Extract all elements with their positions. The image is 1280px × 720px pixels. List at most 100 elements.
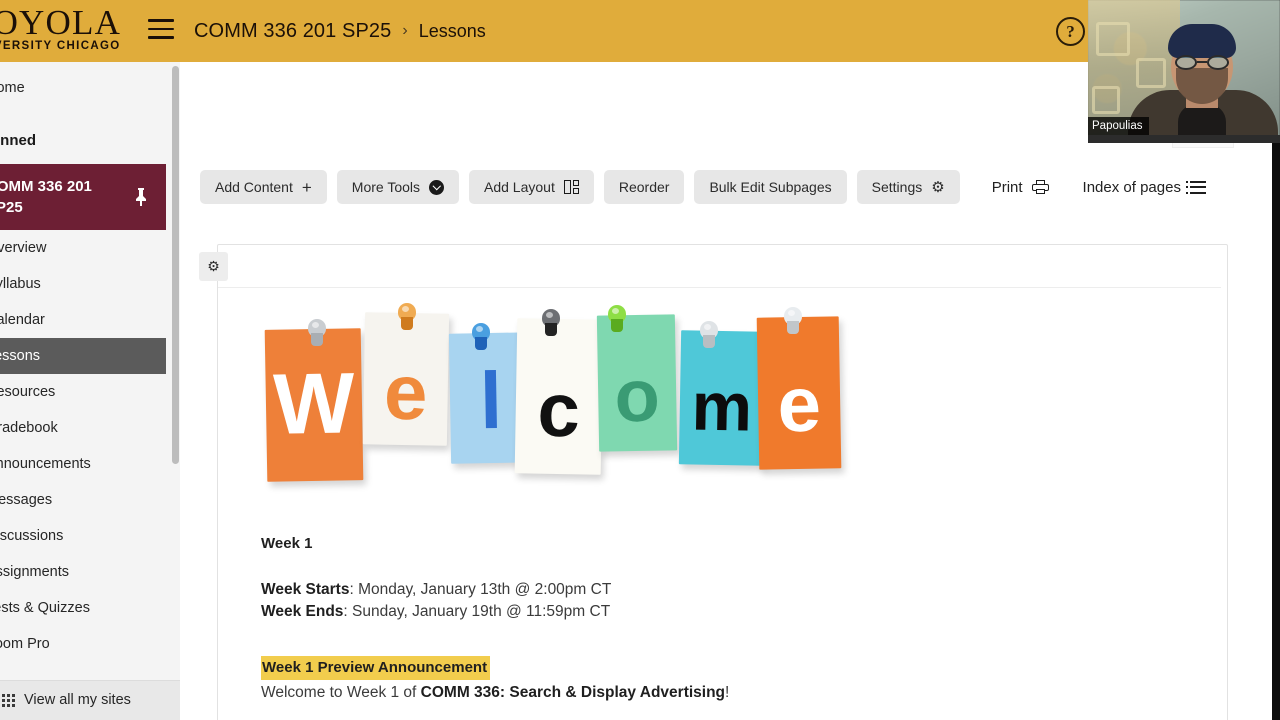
- right-edge-strip: [1272, 143, 1280, 720]
- pushpin-icon: [396, 303, 418, 333]
- sidebar-item-label: Resources: [0, 384, 56, 400]
- sidebar-item-calendar[interactable]: Calendar: [0, 302, 180, 338]
- sidebar-item-label: Messages: [0, 492, 53, 508]
- list-icon: [1185, 180, 1206, 194]
- help-icon[interactable]: ?: [1056, 17, 1085, 46]
- gear-icon: ⚙: [931, 178, 945, 196]
- welcome-line-pre: Welcome to Week 1 of: [261, 684, 421, 701]
- hamburger-icon[interactable]: [148, 19, 174, 41]
- card-divider: [218, 287, 1221, 288]
- reorder-button[interactable]: Reorder: [603, 170, 685, 204]
- pushpin-icon: [306, 319, 328, 349]
- sidebar-item-resources[interactable]: Resources: [0, 374, 180, 410]
- card-gear-icon[interactable]: ⚙: [199, 252, 228, 281]
- more-tools-label: More Tools: [351, 179, 420, 195]
- week-starts-label: Week Starts: [261, 581, 350, 598]
- sidebar-item-current-site[interactable]: COMM 336 201 SP25: [0, 164, 166, 230]
- pushpin-icon: [782, 307, 804, 337]
- breadcrumb-course-link[interactable]: COMM 336 201 SP25: [194, 20, 391, 43]
- settings-button[interactable]: Settings ⚙: [856, 170, 960, 204]
- sidebar-item-label: Tests & Quizzes: [0, 600, 90, 616]
- main-content: Add Content + More Tools Add Layout Reor…: [180, 62, 1280, 720]
- welcome-letter-glyph: c: [536, 367, 581, 454]
- video-decor-square: [1096, 22, 1130, 56]
- print-label: Print: [991, 178, 1023, 196]
- chevron-right-icon: ›: [402, 22, 408, 39]
- sidebar-scrollbar[interactable]: [172, 66, 179, 464]
- sidebar-item-tests-quizzes[interactable]: Tests & Quizzes: [0, 590, 180, 626]
- sidebar-item-overview[interactable]: Overview: [0, 230, 180, 266]
- sidebar-heading-pinned: Pinned: [0, 120, 180, 160]
- video-decor-square: [1092, 86, 1120, 114]
- download-circle-icon: [429, 179, 444, 195]
- breadcrumb-current-page: Lessons: [418, 20, 486, 41]
- sidebar-item-label: Syllabus: [0, 276, 41, 292]
- sidebar-item-assignments[interactable]: Assignments: [0, 554, 180, 590]
- week-ends-value: : Sunday, January 19th @ 11:59pm CT: [343, 602, 611, 620]
- welcome-letter-card: m: [678, 330, 766, 466]
- add-content-button[interactable]: Add Content +: [200, 170, 327, 204]
- pushpin-icon: [698, 321, 720, 351]
- sidebar-item-label: Announcements: [0, 456, 91, 472]
- welcome-letter-glyph: e: [383, 347, 429, 437]
- welcome-course-name: COMM 336: Search & Display Advertising: [420, 684, 726, 701]
- week-dates: Week Starts: Monday, January 13th @ 2:00…: [261, 579, 1211, 622]
- welcome-letter-glyph: o: [613, 353, 661, 438]
- lessons-toolbar: Add Content + More Tools Add Layout Reor…: [200, 170, 1218, 204]
- welcome-line: Welcome to Week 1 of COMM 336: Search & …: [261, 682, 1211, 703]
- app-screen: LOYOLA UNIVERSITY CHICAGO COMM 336 201 S…: [0, 0, 1280, 720]
- sidebar-item-label: Gradebook: [0, 420, 58, 436]
- welcome-letter-glyph: e: [776, 359, 822, 449]
- sidebar-current-site-label: COMM 336 201 SP25: [0, 178, 92, 216]
- week-heading: Week 1: [261, 535, 313, 552]
- print-button[interactable]: Print: [980, 170, 1061, 204]
- index-of-pages-button[interactable]: Index of pages: [1071, 170, 1218, 204]
- loyola-logo: LOYOLA UNIVERSITY CHICAGO: [0, 3, 150, 54]
- sidebar: Home Pinned COMM 336 201 SP25 Overview S…: [0, 62, 180, 720]
- welcome-letter-card: e: [756, 316, 842, 470]
- video-participant: [1126, 18, 1278, 143]
- sidebar-item-gradebook[interactable]: Gradebook: [0, 410, 180, 446]
- pin-icon[interactable]: [134, 188, 148, 206]
- lesson-content-card: ⚙ W e l c o m e Week 1 Week Starts: Mond…: [199, 244, 1228, 720]
- logo-wordmark: LOYOLA: [0, 3, 122, 42]
- sidebar-item-label: Calendar: [0, 312, 45, 328]
- week-starts-value: : Monday, January 13th @ 2:00pm CT: [349, 581, 612, 598]
- welcome-letter-card: W: [264, 328, 364, 482]
- sidebar-item-label: Assignments: [0, 564, 70, 580]
- bulk-edit-subpages-button[interactable]: Bulk Edit Subpages: [694, 170, 847, 204]
- welcome-letter-glyph: W: [272, 355, 356, 453]
- sidebar-item-lessons[interactable]: Lessons: [0, 338, 166, 374]
- participant-name-badge: Papoulias: [1088, 117, 1149, 135]
- add-layout-button[interactable]: Add Layout: [469, 170, 594, 204]
- welcome-letter-glyph: m: [690, 368, 753, 446]
- add-content-label: Add Content: [215, 179, 293, 195]
- pushpin-icon: [540, 309, 562, 339]
- participant-name-label: Papoulias: [1092, 120, 1143, 132]
- sidebar-item-zoom-pro[interactable]: Zoom Pro: [0, 626, 180, 662]
- welcome-line-post: !: [725, 684, 730, 701]
- sidebar-item-announcements[interactable]: Announcements: [0, 446, 180, 482]
- sidebar-item-label: Home: [0, 80, 25, 96]
- index-of-pages-label: Index of pages: [1082, 178, 1181, 196]
- settings-label: Settings: [871, 179, 923, 195]
- printer-icon: [1031, 180, 1049, 194]
- view-all-sites-label: View all my sites: [24, 692, 131, 708]
- sidebar-item-syllabus[interactable]: Syllabus: [0, 266, 180, 302]
- sidebar-item-discussions[interactable]: Discussions: [0, 518, 180, 554]
- layout-grid-icon: [563, 180, 579, 194]
- sidebar-item-label: Overview: [0, 240, 47, 256]
- breadcrumb: COMM 336 201 SP25 › Lessons: [194, 0, 486, 62]
- more-tools-button[interactable]: More Tools: [336, 170, 459, 204]
- week-ends-label: Week Ends: [261, 602, 344, 620]
- sidebar-item-messages[interactable]: Messages: [0, 482, 180, 518]
- announcement-block: Week 1 Preview Announcement: [261, 656, 1211, 682]
- logo-subtitle: UNIVERSITY CHICAGO: [0, 40, 121, 52]
- sidebar-item-label: Lessons: [0, 348, 41, 364]
- sidebar-item-home[interactable]: Home: [0, 70, 180, 106]
- video-bottom-edge: [1088, 135, 1280, 143]
- view-all-sites-button[interactable]: View all my sites: [0, 680, 180, 720]
- welcome-letter-card: c: [514, 318, 604, 475]
- plus-icon: +: [301, 177, 312, 197]
- video-overlay[interactable]: Papoulias: [1088, 0, 1280, 143]
